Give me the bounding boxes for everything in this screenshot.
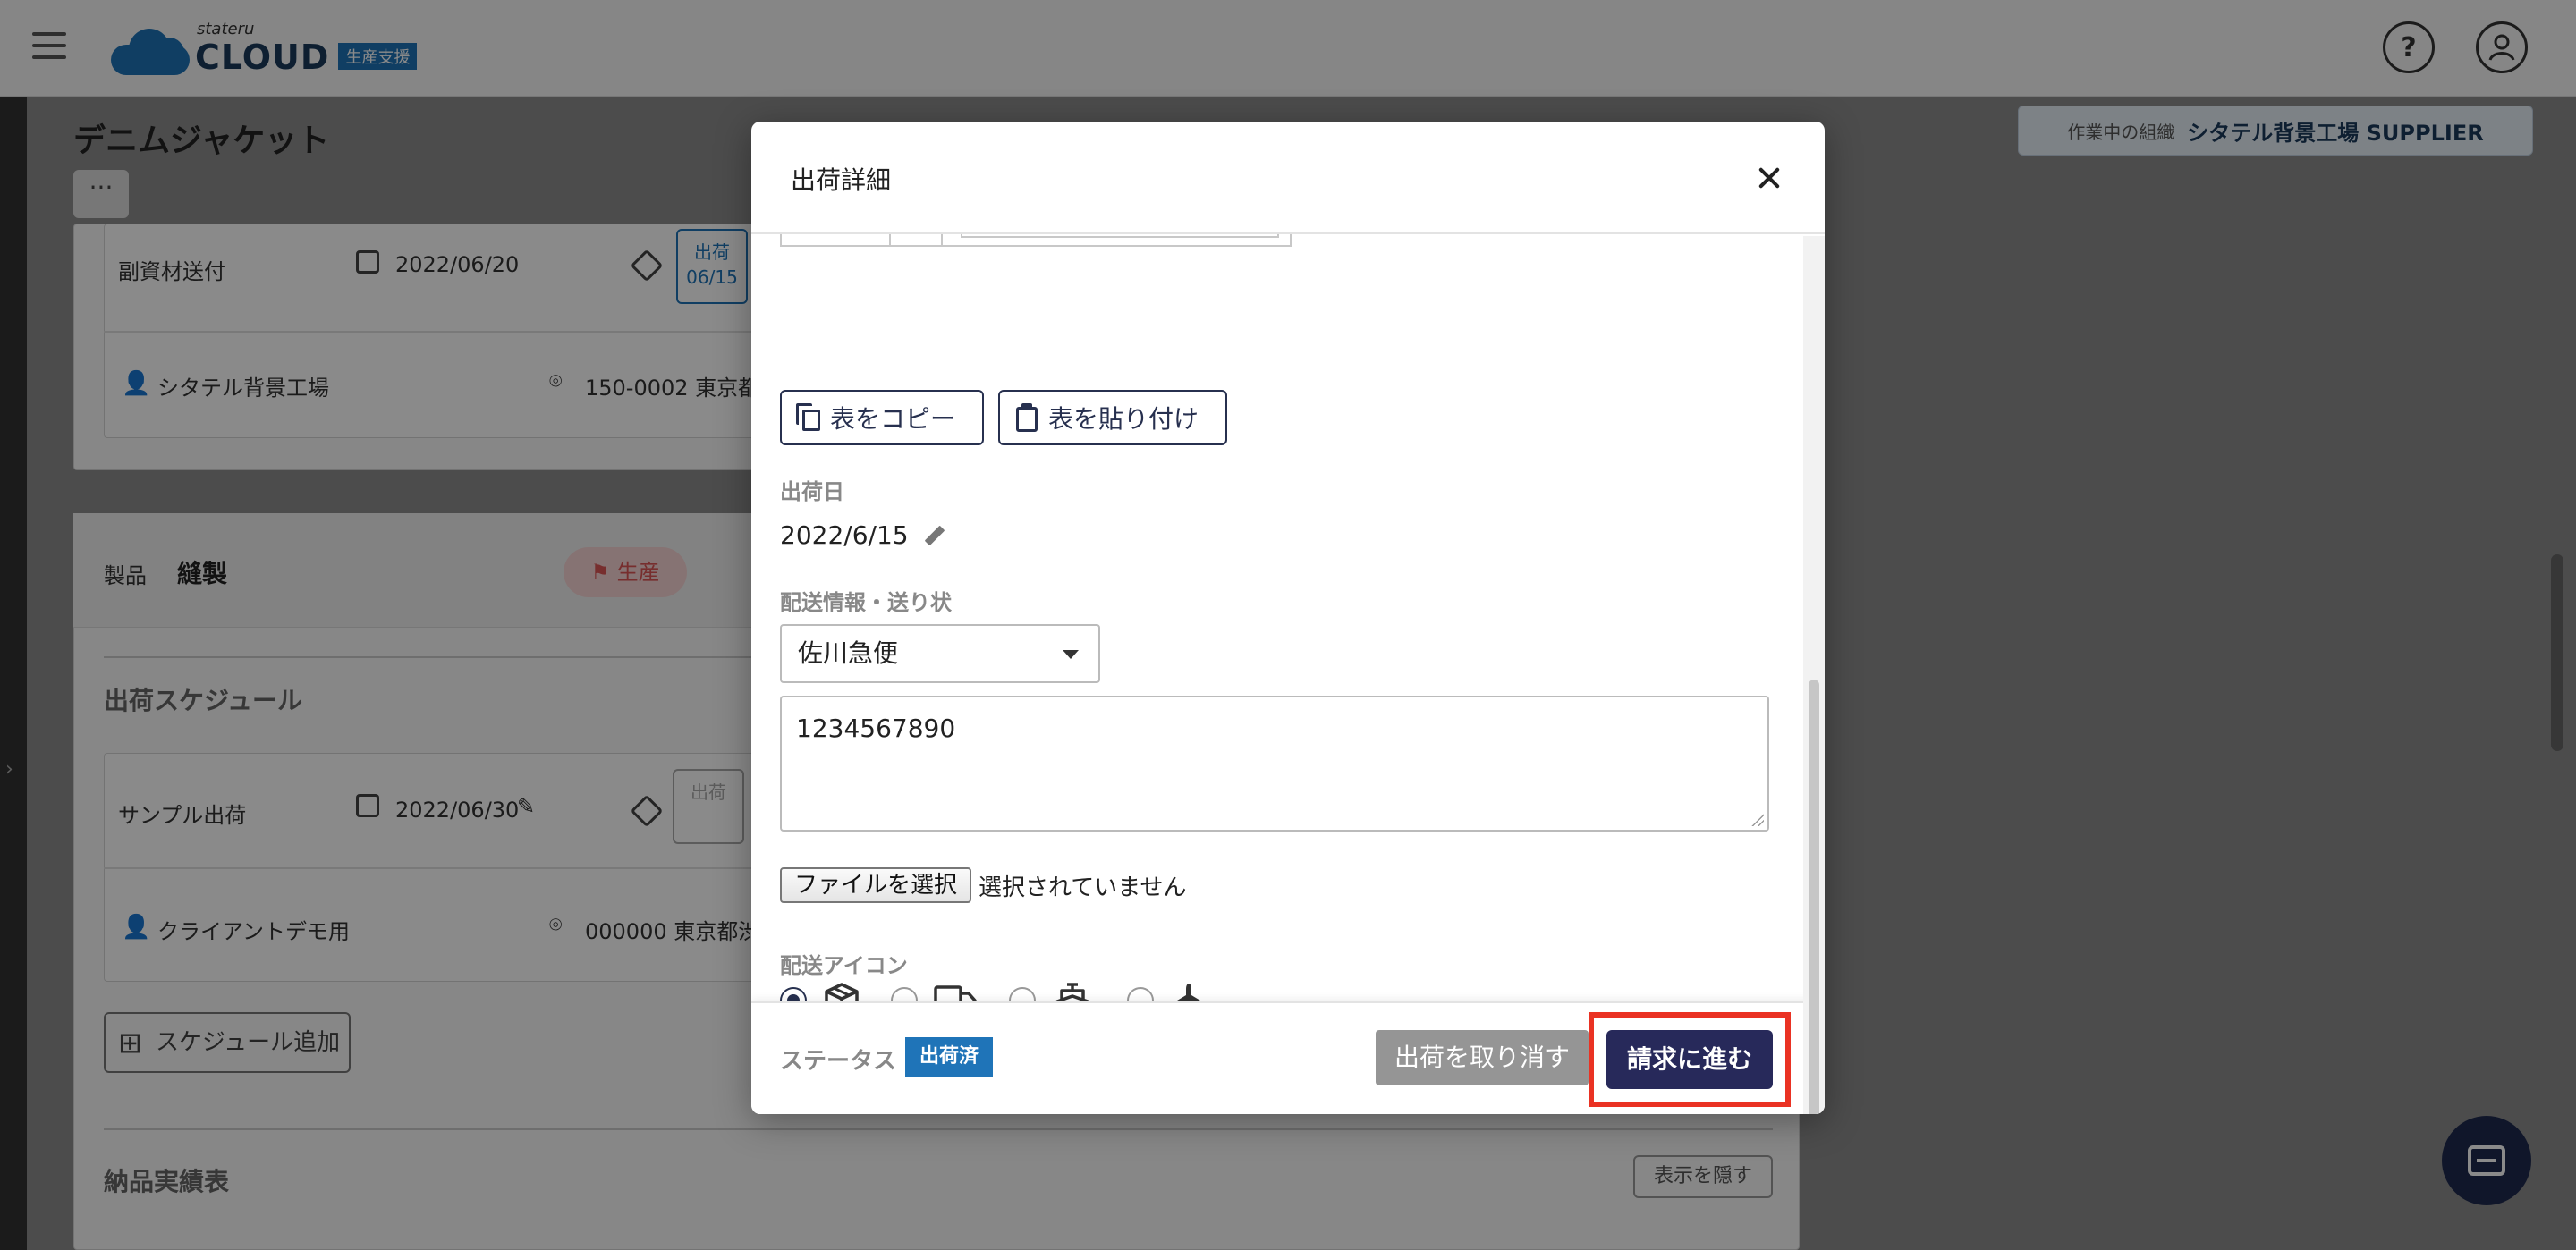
pencil-icon[interactable] <box>921 523 946 548</box>
highlight-box: 請求に進む <box>1589 1012 1791 1107</box>
carrier-select[interactable]: 佐川急便 <box>780 624 1100 683</box>
ship-date-label: 出荷日 <box>780 479 844 504</box>
radio-airplane[interactable] <box>1127 987 1154 1001</box>
airplane-icon[interactable] <box>1170 982 1208 1001</box>
shipment-detail-modal: 出荷詳細 表をコピー 表を貼り付け 出荷日 2022/6/15 配送情報・送り状… <box>751 122 1825 1114</box>
modal-footer: ステータス 出荷済 出荷を取り消す 請求に進む <box>751 1001 1825 1114</box>
file-input: ファイルを選択 選択されていません <box>780 867 1186 903</box>
modal-title: 出荷詳細 <box>791 165 892 195</box>
items-table <box>780 234 1292 247</box>
copy-icon <box>796 403 821 432</box>
modal-scrollbar[interactable] <box>1803 236 1825 1114</box>
tracking-value: 1234567890 <box>796 714 956 743</box>
radio-truck[interactable] <box>891 987 918 1001</box>
modal-header: 出荷詳細 <box>751 122 1825 234</box>
file-status: 選択されていません <box>979 874 1187 901</box>
delivery-info-label: 配送情報・送り状 <box>780 590 952 615</box>
radio-ship[interactable] <box>1009 987 1036 1001</box>
proceed-to-invoice-button[interactable]: 請求に進む <box>1606 1030 1773 1089</box>
cancel-shipment-button[interactable]: 出荷を取り消す <box>1376 1030 1589 1085</box>
ship-icon[interactable] <box>1054 982 1091 1001</box>
carrier-value: 佐川急便 <box>798 638 899 668</box>
status-label: ステータス <box>780 1048 897 1075</box>
delivery-icon-label: 配送アイコン <box>780 953 908 978</box>
truck-icon[interactable] <box>934 982 977 1001</box>
choose-file-button[interactable]: ファイルを選択 <box>780 867 972 903</box>
modal-scroll-thumb[interactable] <box>1809 680 1819 1114</box>
ship-date-value: 2022/6/15 <box>780 520 909 550</box>
close-icon[interactable] <box>1751 161 1787 197</box>
paste-table-label: 表を貼り付け <box>1048 404 1199 434</box>
box-icon[interactable] <box>823 982 860 1001</box>
resize-handle[interactable] <box>1751 814 1764 826</box>
clipboard-icon <box>1014 403 1039 432</box>
copy-table-button[interactable]: 表をコピー <box>780 390 984 445</box>
copy-table-label: 表をコピー <box>830 404 956 434</box>
modal-body: 表をコピー 表を貼り付け 出荷日 2022/6/15 配送情報・送り状 佐川急便… <box>751 234 1825 1001</box>
caret-down-icon <box>1063 650 1079 659</box>
status-badge: 出荷済 <box>905 1037 994 1077</box>
radio-box[interactable] <box>780 987 807 1001</box>
ship-date-field: 2022/6/15 <box>780 520 946 550</box>
tracking-textarea[interactable]: 1234567890 <box>780 696 1769 832</box>
paste-table-button[interactable]: 表を貼り付け <box>998 390 1227 445</box>
